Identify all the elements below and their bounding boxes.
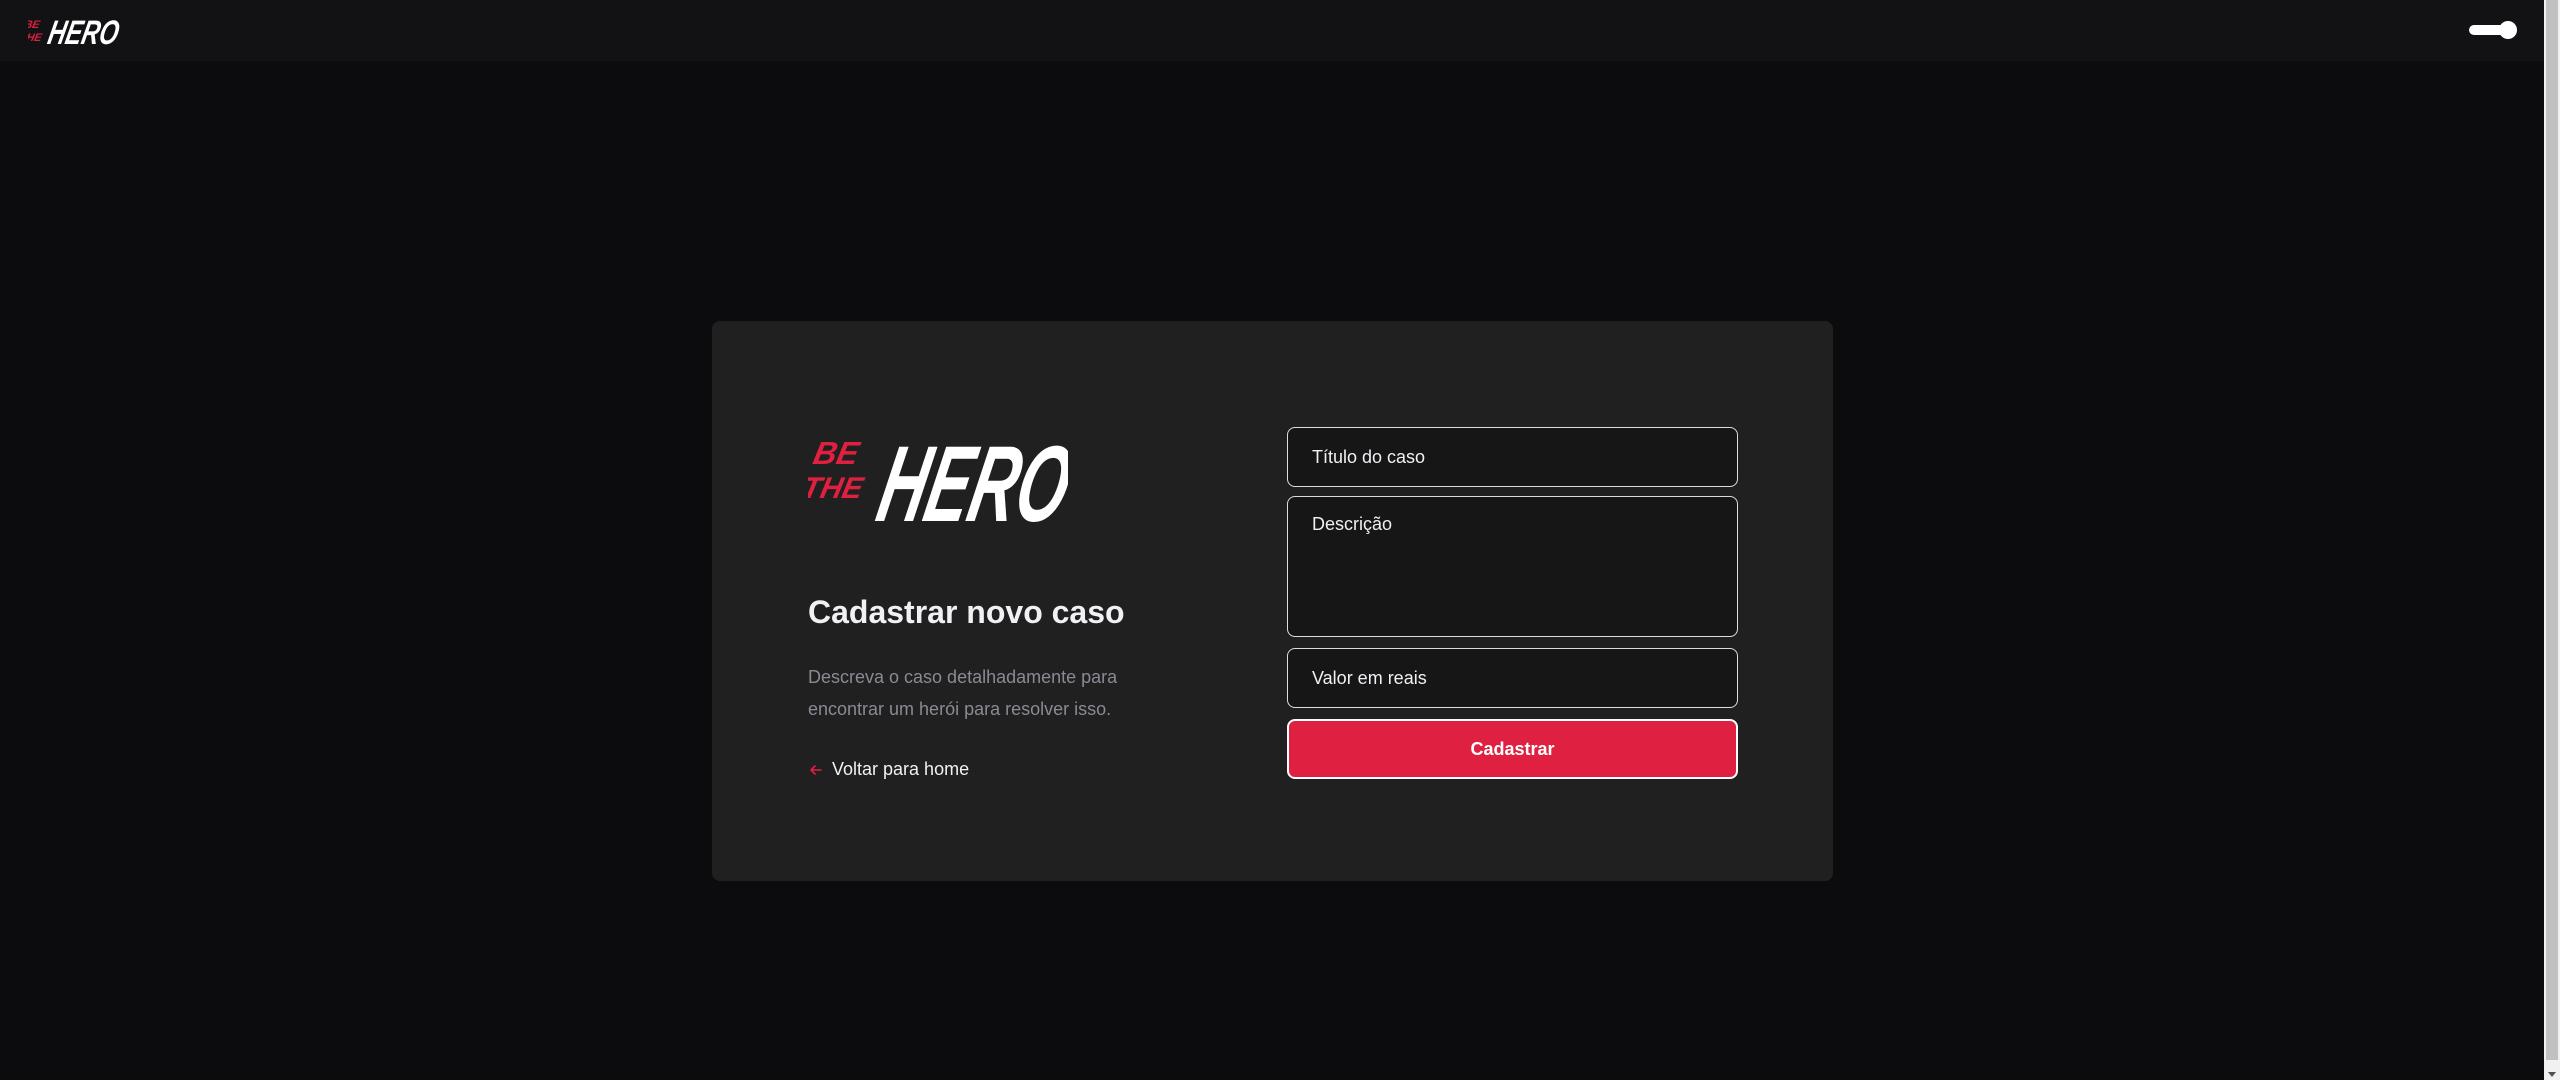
scrollbar-thumb[interactable]: [2546, 0, 2558, 1060]
scroll-down-arrow-icon[interactable]: [2548, 1072, 2556, 1077]
svg-text:BE: BE: [810, 435, 863, 471]
top-bar: BE THE HERO: [0, 0, 2544, 61]
be-the-hero-logo-icon: BE THE HERO: [808, 424, 1068, 531]
theme-toggle[interactable]: [2469, 21, 2517, 39]
vertical-scrollbar[interactable]: [2544, 0, 2560, 1080]
svg-text:THE: THE: [28, 32, 43, 44]
header-logo[interactable]: BE THE HERO: [18, 8, 122, 57]
case-value-input[interactable]: [1287, 648, 1738, 708]
svg-text:BE: BE: [28, 19, 41, 31]
arrow-left-icon: [810, 764, 822, 775]
new-case-card: BE THE HERO Cadastrar novo caso Descreva…: [712, 321, 1833, 881]
card-info-section: BE THE HERO Cadastrar novo caso Descreva…: [808, 416, 1168, 780]
svg-text:HERO: HERO: [45, 14, 122, 52]
register-button[interactable]: Cadastrar: [1287, 719, 1738, 779]
back-home-link[interactable]: Voltar para home: [808, 759, 1168, 780]
svg-text:THE: THE: [808, 472, 867, 505]
case-title-input[interactable]: [1287, 427, 1738, 487]
case-description-input[interactable]: [1287, 496, 1738, 637]
back-home-label: Voltar para home: [832, 759, 970, 779]
page-description: Descreva o caso detalhadamente para enco…: [808, 667, 1118, 719]
new-case-form: Cadastrar: [1287, 427, 1738, 779]
svg-text:HERO: HERO: [869, 424, 1068, 531]
page-title: Cadastrar novo caso: [808, 594, 1125, 630]
be-the-hero-logo-icon: BE THE HERO: [18, 14, 122, 52]
toggle-knob: [2499, 21, 2517, 39]
